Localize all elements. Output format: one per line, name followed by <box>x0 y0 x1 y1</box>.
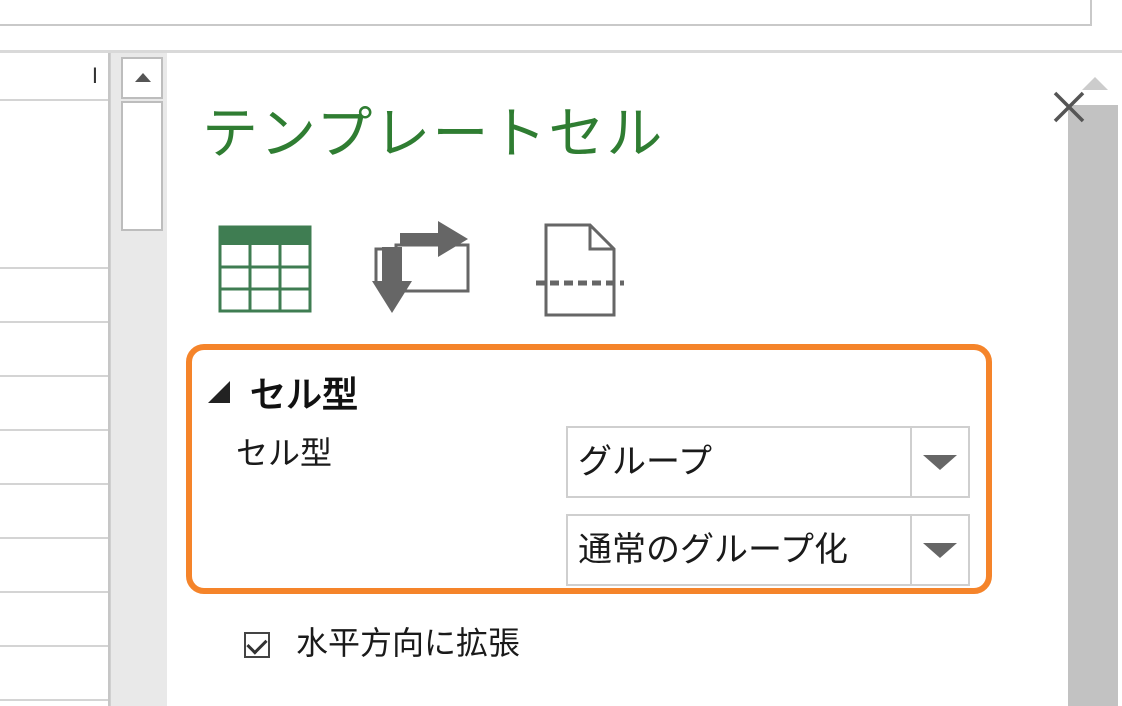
table-template-icon[interactable] <box>218 225 312 313</box>
row-line <box>0 537 108 539</box>
row-line <box>0 321 108 323</box>
scrollbar-thumb[interactable] <box>1068 105 1118 706</box>
row-line <box>0 375 108 377</box>
cell-type-section: セル型 セル型 グループ 通常のグループ化 <box>186 344 992 594</box>
spreadsheet-grid[interactable]: I <box>0 53 110 706</box>
cell-type-label: セル型 <box>236 434 333 472</box>
dropdown-arrow-icon[interactable] <box>910 516 968 584</box>
pane-vertical-scrollbar[interactable] <box>1068 53 1122 706</box>
group-mode-value: 通常のグループ化 <box>578 530 848 570</box>
checkbox-label: 水平方向に拡張 <box>296 624 521 662</box>
close-icon[interactable] <box>1052 90 1086 124</box>
row-line <box>0 267 108 269</box>
collapse-triangle-icon <box>208 381 230 403</box>
scrollbar-thumb[interactable] <box>121 101 163 231</box>
expand-horizontally-checkbox[interactable] <box>244 632 270 658</box>
row-line <box>0 645 108 647</box>
row-line <box>0 699 108 701</box>
page-break-icon[interactable] <box>534 223 626 317</box>
row-line <box>0 429 108 431</box>
column-letter: I <box>91 63 98 88</box>
section-title: セル型 <box>250 375 359 416</box>
template-cell-pane: テンプレートセル セル型 セル型 グループ 通常のグループ化 水平方向に拡張 <box>172 53 1067 706</box>
row-line <box>0 483 108 485</box>
column-header[interactable]: I <box>0 53 108 101</box>
cell-type-value: グループ <box>578 442 712 482</box>
grid-vertical-scrollbar[interactable] <box>110 53 167 706</box>
dropdown-arrow-icon[interactable] <box>910 428 968 496</box>
transpose-icon[interactable] <box>372 219 474 317</box>
pane-title: テンプレートセル <box>202 102 665 167</box>
group-mode-dropdown[interactable]: 通常のグループ化 <box>566 514 970 586</box>
section-header[interactable]: セル型 <box>208 366 358 418</box>
top-input-box[interactable] <box>0 0 1092 26</box>
scroll-up-button[interactable] <box>121 57 163 99</box>
expand-horizontally-option[interactable]: 水平方向に拡張 <box>244 618 520 664</box>
cell-type-dropdown[interactable]: グループ <box>566 426 970 498</box>
row-line <box>0 591 108 593</box>
